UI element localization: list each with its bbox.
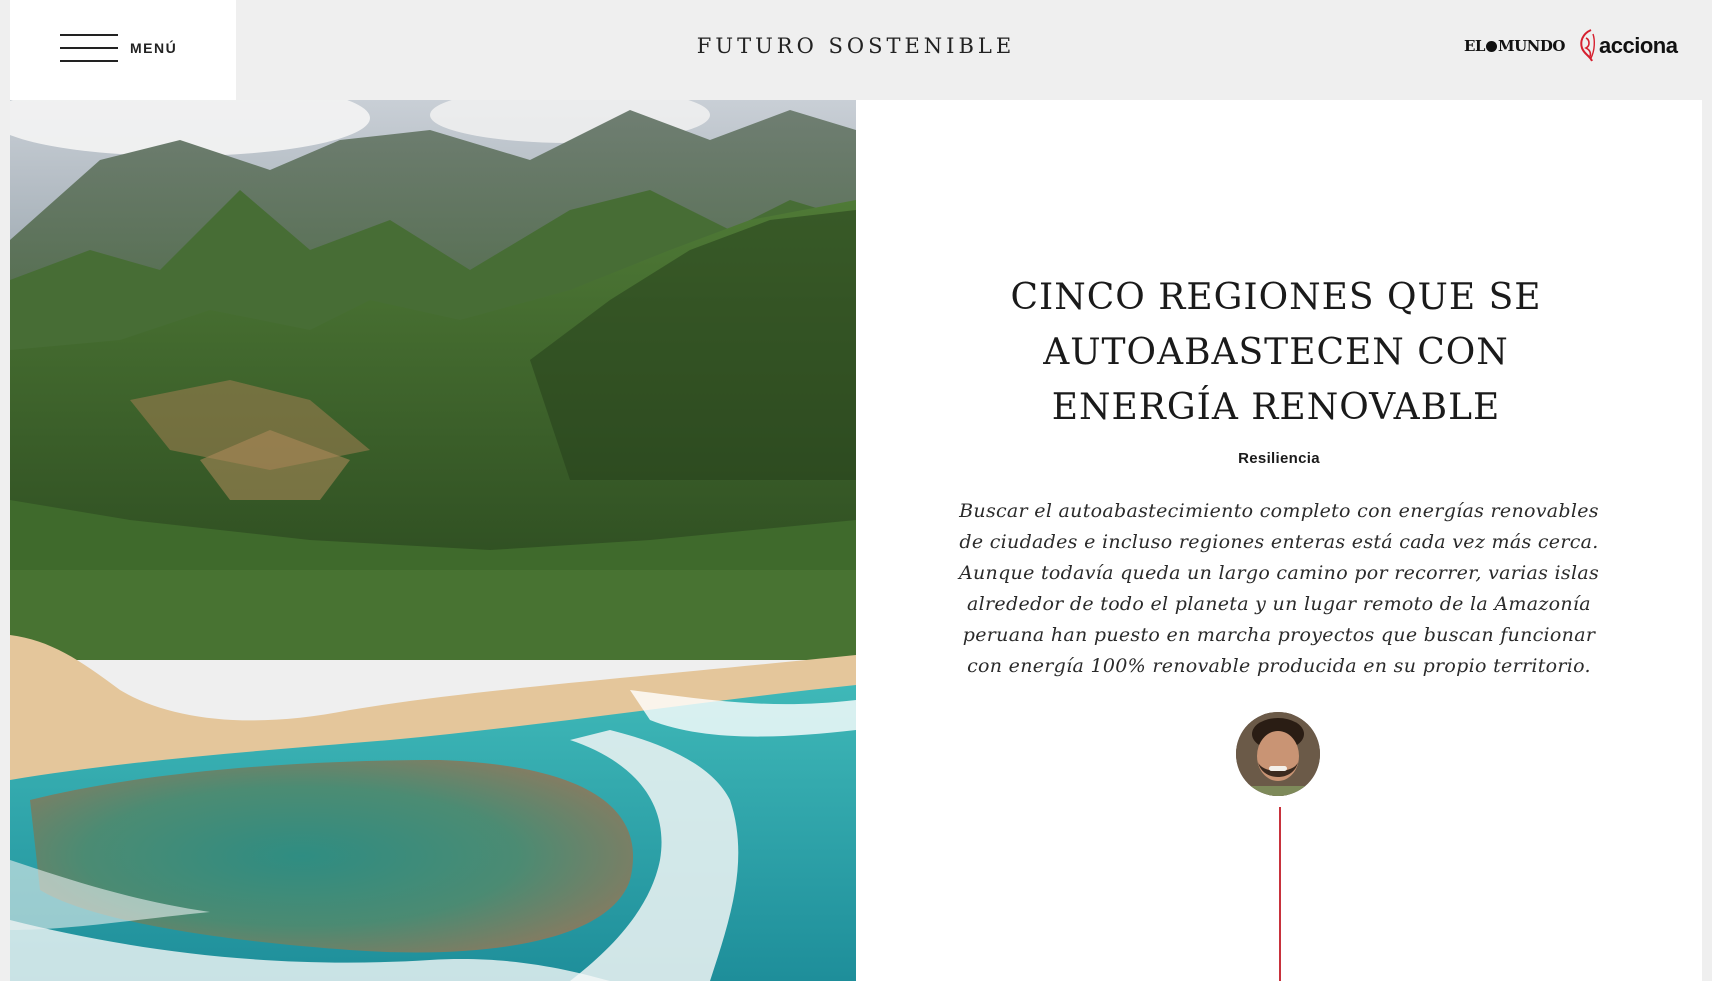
article-summary: Buscar el autoabastecimiento completo co… (958, 500, 1600, 677)
menu-button[interactable]: MENÚ (10, 0, 236, 100)
elmundo-logo-left: EL (1464, 37, 1485, 55)
article-panel: CINCO REGIONES QUE SE AUTOABASTECEN CON … (856, 100, 1702, 981)
menu-label: MENÚ (130, 40, 178, 56)
timeline-line (1279, 807, 1281, 981)
author-avatar[interactable] (1236, 712, 1320, 796)
article-category[interactable]: Resiliencia (856, 450, 1702, 467)
acciona-logo[interactable]: acciona (1578, 28, 1678, 64)
hamburger-icon (60, 34, 118, 62)
acciona-logo-mark (1580, 29, 1596, 62)
site-title[interactable]: FUTURO SOSTENIBLE (600, 34, 1112, 58)
article-headline[interactable]: CINCO REGIONES QUE SE AUTOABASTECEN CON … (946, 270, 1606, 435)
hero-image (10, 100, 856, 981)
acciona-logo-text: acciona (1599, 33, 1678, 58)
elmundo-logo[interactable]: EL MUNDO (1464, 37, 1565, 55)
elmundo-logo-right: MUNDO (1497, 37, 1565, 55)
globe-icon (1485, 41, 1497, 52)
